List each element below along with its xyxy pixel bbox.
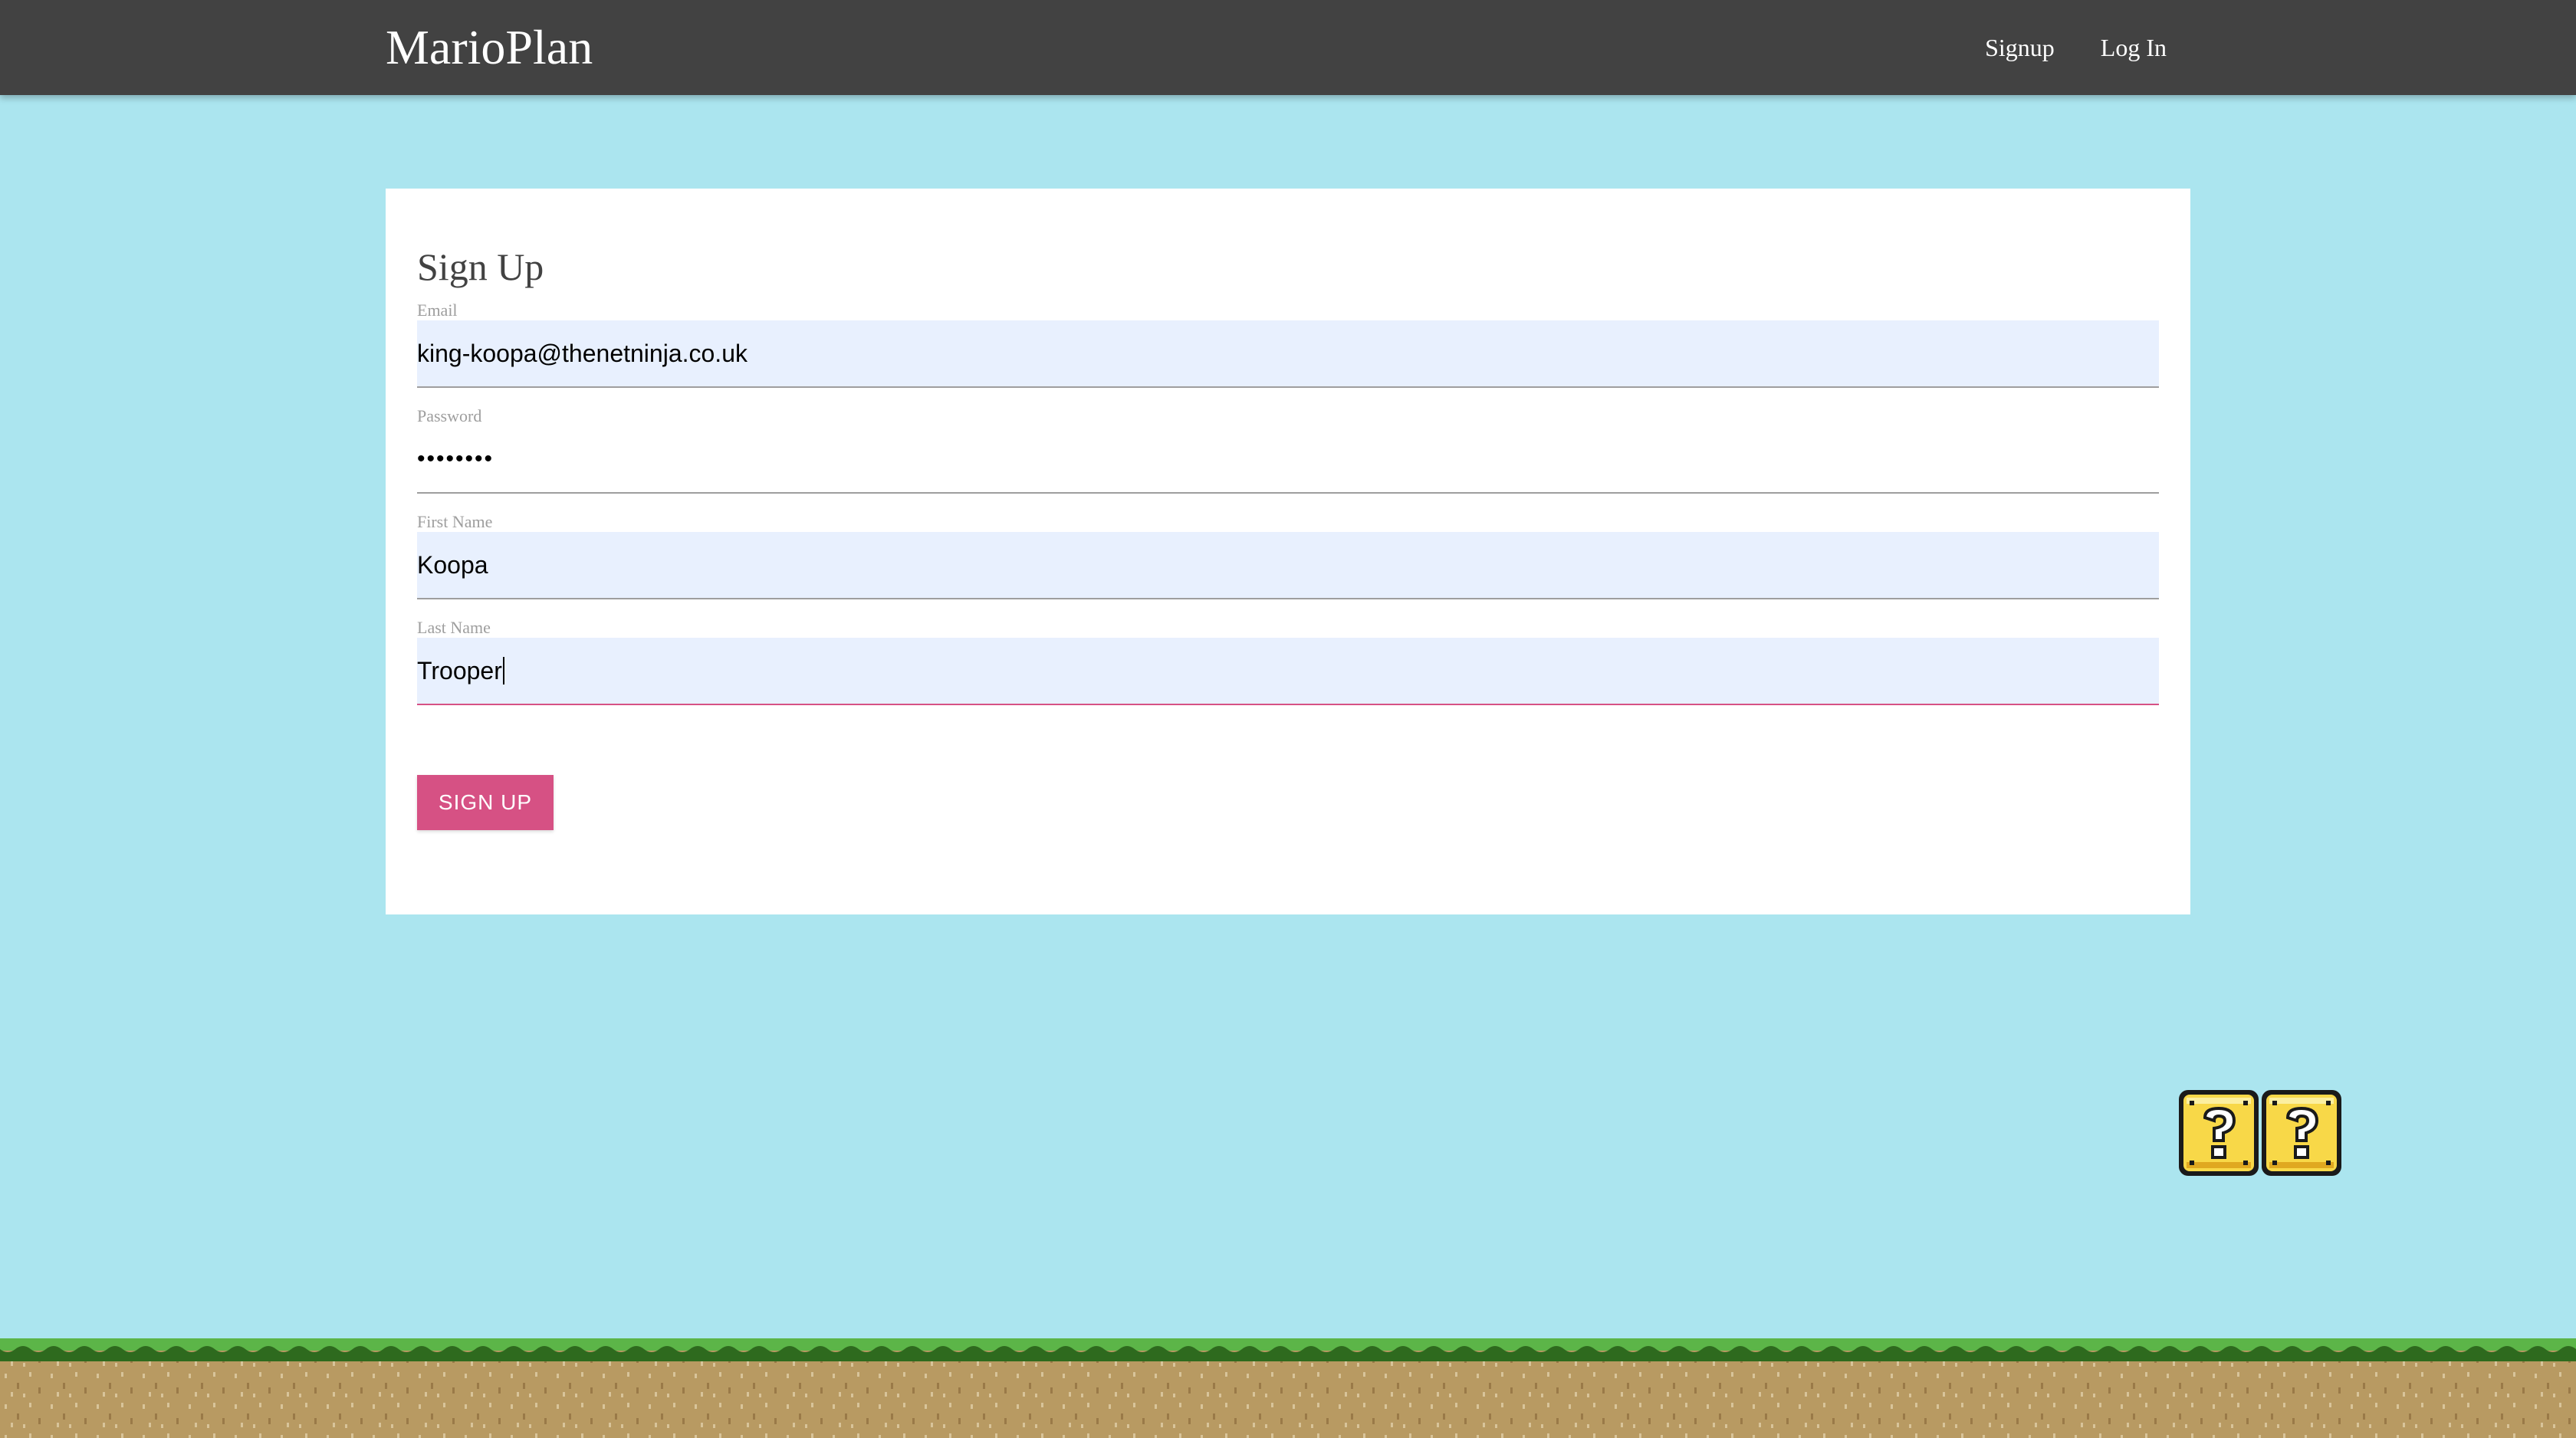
nav-link-signup[interactable]: Signup: [1985, 34, 2055, 62]
last-name-value: Trooper: [417, 656, 502, 685]
first-name-field[interactable]: [417, 532, 2159, 599]
last-name-label: Last Name: [417, 618, 491, 637]
email-field-group: Email: [417, 300, 2159, 389]
password-field-group: Password: [417, 406, 2159, 495]
first-name-label: First Name: [417, 512, 493, 531]
navbar: MarioPlan Signup Log In: [0, 0, 2576, 95]
nav-links: Signup Log In: [1939, 0, 2167, 95]
brand-logo[interactable]: MarioPlan: [386, 17, 593, 78]
signup-button[interactable]: Sign Up: [417, 775, 554, 830]
first-name-field-group: First Name: [417, 512, 2159, 601]
password-field[interactable]: [417, 426, 2159, 494]
email-field[interactable]: [417, 320, 2159, 388]
grass-ground: [0, 1338, 2576, 1438]
question-blocks: [2176, 1087, 2344, 1179]
question-block-icon: [2179, 1090, 2341, 1176]
text-cursor: [502, 657, 504, 685]
password-label: Password: [417, 406, 482, 425]
signup-card: Sign Up Email Password First Name Last N…: [386, 189, 2190, 914]
last-name-field[interactable]: Trooper: [417, 638, 2159, 705]
form-title: Sign Up: [417, 245, 544, 288]
email-label: Email: [417, 300, 458, 320]
last-name-field-group: Last Name Trooper: [417, 618, 2159, 707]
nav-link-login[interactable]: Log In: [2101, 34, 2167, 62]
